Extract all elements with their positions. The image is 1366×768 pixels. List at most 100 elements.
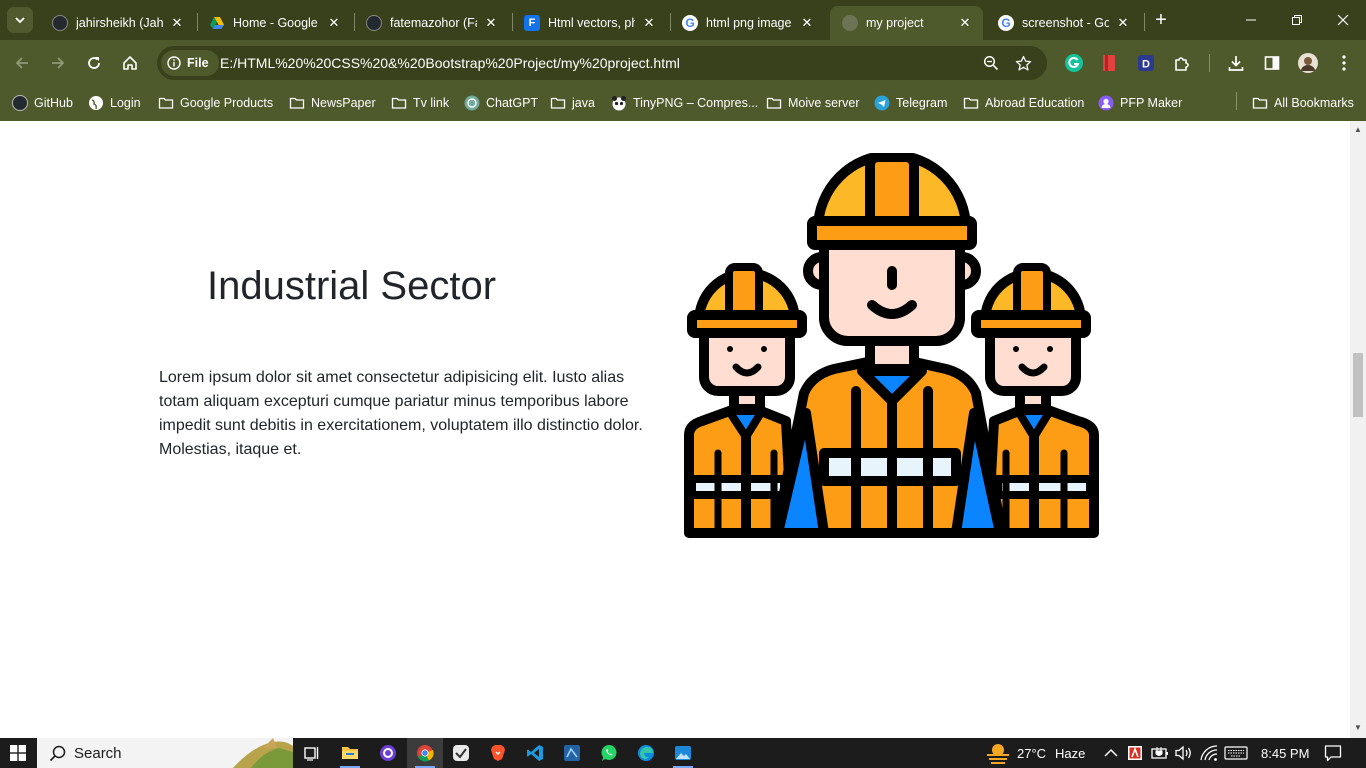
close-window-button[interactable] (1320, 0, 1366, 40)
tab-5-active[interactable]: my project ✕ (830, 6, 983, 40)
bookmark-newspaper[interactable]: NewsPaper (289, 92, 376, 114)
tab-3[interactable]: F Html vectors, ph ✕ (512, 6, 667, 40)
github-icon (52, 15, 68, 31)
bookmark-extension[interactable] (1098, 52, 1120, 74)
volume-indicator[interactable] (1175, 738, 1193, 768)
globe-icon (89, 96, 103, 110)
chevron-down-icon (15, 17, 25, 24)
battery-indicator[interactable] (1151, 738, 1169, 768)
scroll-up-icon[interactable]: ▲ (1353, 125, 1363, 135)
site-info-chip[interactable]: File (161, 50, 219, 76)
zoom-button[interactable] (981, 53, 1001, 73)
taskbar-app-blue[interactable] (554, 738, 590, 768)
close-tab-icon[interactable]: ✕ (326, 15, 342, 31)
home-icon (123, 56, 137, 70)
start-button[interactable] (0, 738, 36, 768)
minimize-button[interactable] (1228, 0, 1274, 40)
taskbar-edge[interactable] (628, 738, 664, 768)
close-tab-icon[interactable]: ✕ (957, 15, 973, 31)
taskbar-clock[interactable]: 8:45 PM (1261, 738, 1309, 768)
taskbar-photos[interactable] (665, 738, 701, 768)
show-hidden-icons-button[interactable] (1104, 738, 1118, 768)
close-tab-icon[interactable]: ✕ (169, 15, 185, 31)
scroll-thumb[interactable] (1353, 353, 1363, 417)
notifications-button[interactable] (1324, 738, 1342, 768)
tab-title: fatemazohor (Fa (390, 16, 477, 30)
weather-widget[interactable]: 27°C Haze (985, 738, 1085, 768)
bookmark-google-products[interactable]: Google Products (158, 92, 273, 114)
profile-avatar[interactable] (1297, 52, 1319, 74)
info-icon (167, 56, 181, 70)
bookmark-label: Abroad Education (985, 96, 1085, 110)
bookmark-star-button[interactable] (1013, 53, 1033, 73)
menu-button[interactable] (1333, 52, 1355, 74)
bookmark-label: ChatGPT (486, 96, 539, 110)
keyboard-indicator[interactable] (1224, 738, 1248, 768)
bookmark-tv-link[interactable]: Tv link (391, 92, 449, 114)
home-button[interactable] (115, 48, 145, 78)
tray-app-red[interactable] (1127, 738, 1143, 768)
tab-0[interactable]: jahirsheikh (Jahir ✕ (40, 6, 195, 40)
close-tab-icon[interactable]: ✕ (1115, 15, 1131, 31)
reload-icon (88, 57, 100, 69)
page-viewport: Industrial Sector Lorem ipsum dolor sit … (0, 121, 1350, 738)
tab-search-button[interactable] (7, 7, 33, 33)
panda-icon (612, 96, 626, 111)
chevron-up-icon (1104, 748, 1118, 757)
all-bookmarks-button[interactable]: All Bookmarks (1252, 92, 1354, 114)
taskbar-chrome[interactable] (407, 738, 443, 768)
bookmark-chatgpt[interactable]: ChatGPT (464, 92, 538, 114)
close-tab-icon[interactable]: ✕ (799, 15, 815, 31)
red-tray-icon (1128, 746, 1142, 760)
bookmark-label: java (572, 96, 595, 110)
tab-4[interactable]: G html png image ✕ (670, 6, 825, 40)
bookmark-telegram[interactable]: Telegram (874, 92, 947, 114)
close-icon (1337, 14, 1349, 26)
tab-title: my project (866, 16, 924, 30)
reload-button[interactable] (79, 48, 109, 78)
close-tab-icon[interactable]: ✕ (641, 15, 657, 31)
bookmark-login[interactable]: Login (88, 92, 141, 114)
taskbar-app-purple[interactable] (370, 738, 406, 768)
extensions-button[interactable] (1171, 52, 1193, 74)
bookmark-moive-server[interactable]: Moive server (766, 92, 860, 114)
folder-icon (391, 97, 407, 109)
back-button[interactable] (7, 48, 37, 78)
close-tab-icon[interactable]: ✕ (483, 15, 499, 31)
search-icon (49, 745, 66, 761)
file-explorer-icon (342, 747, 358, 759)
grammarly-extension[interactable] (1063, 52, 1085, 74)
bookmark-abroad-education[interactable]: Abroad Education (963, 92, 1084, 114)
tab-6[interactable]: G screenshot - Go ✕ (986, 6, 1141, 40)
tab-title: screenshot - Go (1022, 16, 1109, 30)
bookmark-github[interactable]: GitHub (12, 92, 73, 114)
forward-button[interactable] (43, 48, 73, 78)
bookmark-label: Moive server (788, 96, 860, 110)
scroll-down-icon[interactable]: ▼ (1353, 723, 1363, 733)
side-panel-button[interactable] (1261, 52, 1283, 74)
address-bar[interactable]: File E:/HTML%20%20CSS%20&%20Bootstrap%20… (157, 46, 1047, 80)
url-text[interactable]: E:/HTML%20%20CSS%20&%20Bootstrap%20Proje… (220, 55, 680, 71)
tab-2[interactable]: fatemazohor (Fa ✕ (354, 6, 509, 40)
taskbar-vscode[interactable] (517, 738, 553, 768)
taskbar-search-box[interactable]: Search (37, 738, 293, 768)
bookmark-java[interactable]: java (550, 92, 595, 114)
taskbar-whatsapp[interactable] (591, 738, 627, 768)
task-view-button[interactable] (294, 738, 330, 768)
taskbar-app-check[interactable] (443, 738, 479, 768)
network-indicator[interactable] (1200, 738, 1218, 768)
tab-title: Html vectors, ph (548, 16, 635, 30)
downloads-button[interactable] (1225, 52, 1247, 74)
kebab-menu-icon (1342, 55, 1346, 71)
new-tab-button[interactable]: + (1150, 9, 1172, 31)
scheme-label: File (187, 56, 209, 70)
bookmark-pfp-maker[interactable]: PFP Maker (1098, 92, 1182, 114)
tab-1[interactable]: Home - Google ✕ (197, 6, 352, 40)
windows-logo-icon (10, 745, 26, 761)
dashlane-extension[interactable]: D (1135, 52, 1157, 74)
restore-button[interactable] (1274, 0, 1320, 40)
page-scrollbar[interactable]: ▲ ▼ (1350, 121, 1366, 738)
taskbar-file-explorer[interactable] (332, 738, 368, 768)
taskbar-brave[interactable] (480, 738, 516, 768)
bookmark-tinypng[interactable]: TinyPNG – Compres... (611, 92, 758, 114)
